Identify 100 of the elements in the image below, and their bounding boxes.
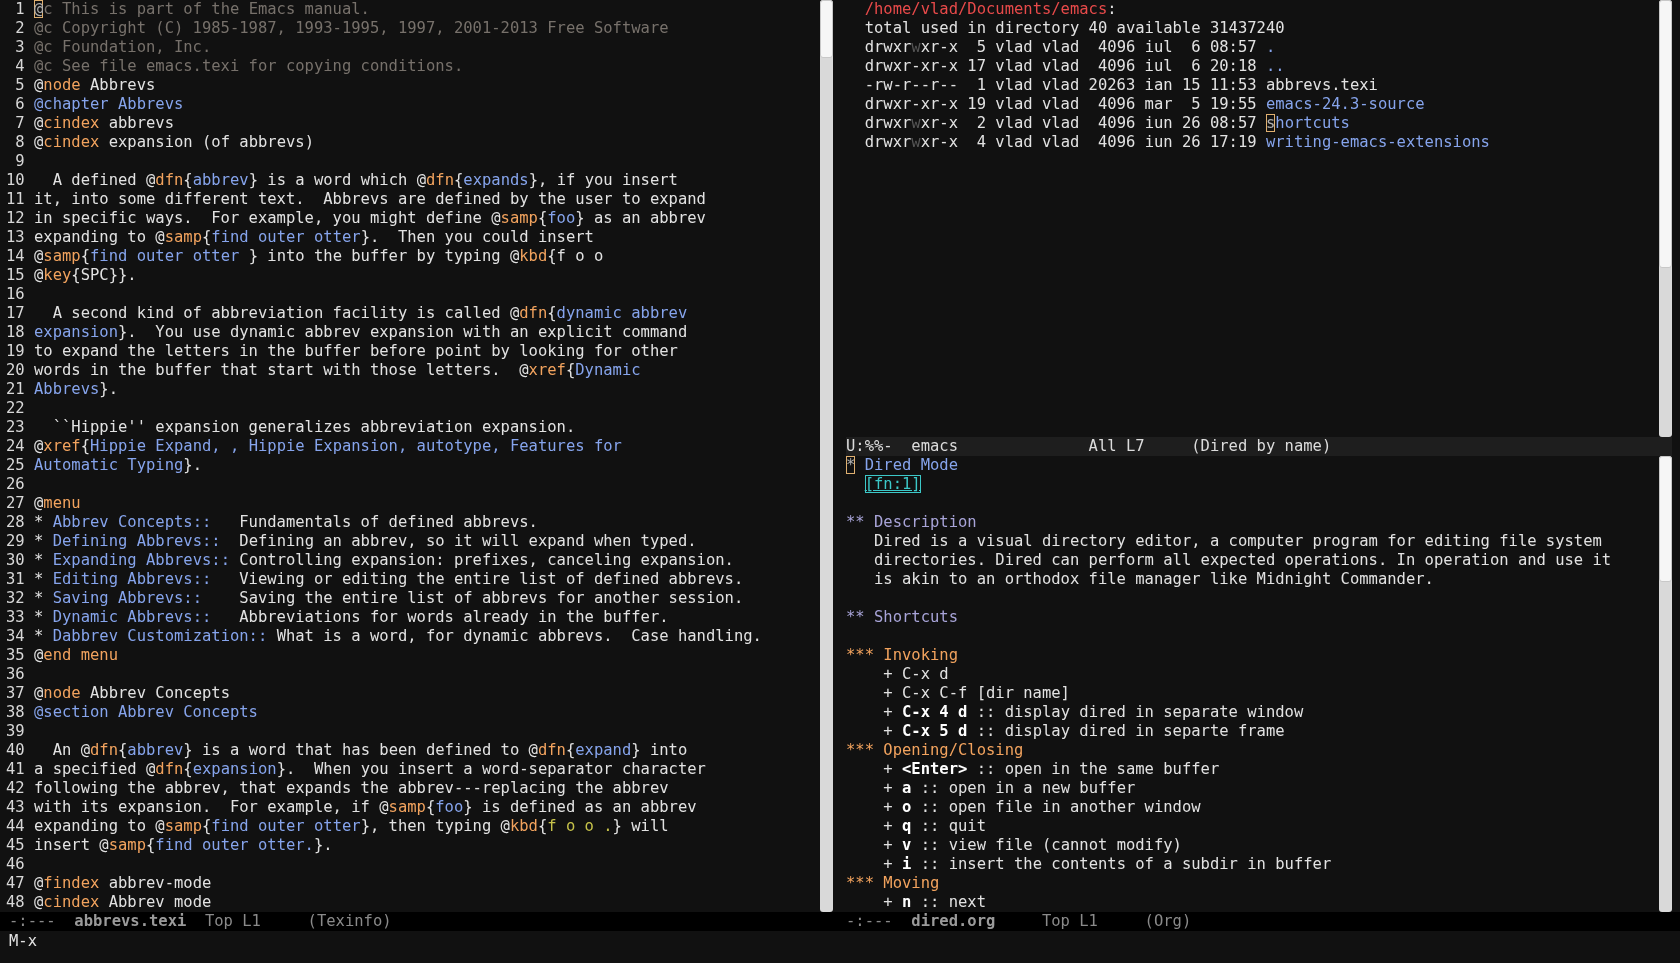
- dired-line[interactable]: drwxr-xr-x 19 vlad vlad 4096 mar 5 19:55 emacs-24.3-source: [864, 95, 1425, 114]
- line-number: 12: [6, 209, 25, 228]
- line-number: 40: [6, 741, 25, 760]
- line-number: 8: [14, 133, 25, 152]
- list-item: + C-x 5 d :: display dired in separte frame: [883, 722, 1285, 741]
- scroll-thumb[interactable]: [1659, 0, 1672, 268]
- code-line: @cindex Abbrev mode: [34, 893, 212, 912]
- code-line: A defined @dfn{abbrev} is a word which @dfn{expands}, if you insert: [51, 171, 678, 190]
- line-number: 17: [6, 304, 25, 323]
- line-number: 1: [14, 0, 25, 19]
- code-line: words in the buffer that start with those letters. @xref{Dynamic: [34, 361, 641, 380]
- code-line: it, into some different text. Abbrevs are defined by the user to expand: [34, 190, 706, 209]
- code-line: @findex abbrev-mode: [34, 874, 212, 893]
- line-number: 33: [6, 608, 25, 627]
- list-item: + n :: next: [883, 893, 986, 912]
- code-line: @c Copyright (C) 1985-1987, 1993-1995, 1997, 2001-2013 Free Software: [34, 19, 669, 38]
- major-mode: (Texinfo): [307, 912, 392, 931]
- list-item: + o :: open file in another window: [883, 798, 1201, 817]
- org-heading: *** Invoking: [846, 646, 958, 665]
- major-mode: (Org): [1144, 912, 1192, 931]
- dired-line[interactable]: drwxrwxr-x 4 vlad vlad 4096 iun 26 17:19 writing-emacs-extensions: [864, 133, 1490, 152]
- cursor-position: All L7: [1088, 437, 1146, 456]
- line-number: 3: [14, 38, 25, 57]
- line-number: 31: [6, 570, 25, 589]
- line-number: 36: [6, 665, 25, 684]
- list-item: + i :: insert the contents of a subdir in buffer: [883, 855, 1332, 874]
- dired-line[interactable]: drwxrwxr-x 2 vlad vlad 4096 iun 26 08:57 shortcuts: [864, 114, 1350, 133]
- line-number: 48: [6, 893, 25, 912]
- code-line: @node Abbrev Concepts: [34, 684, 230, 703]
- line-number: 43: [6, 798, 25, 817]
- code-line: @end menu: [34, 646, 118, 665]
- line-number: 16: [6, 285, 25, 304]
- scroll-bar[interactable]: [820, 0, 833, 912]
- line-number: 7: [14, 114, 25, 133]
- line-number: 18: [6, 323, 25, 342]
- line-number: 37: [6, 684, 25, 703]
- line-number: 23: [6, 418, 25, 437]
- code-line: An @dfn{abbrev} is a word that has been defined to @dfn{expand} into: [51, 741, 688, 760]
- line-number: 27: [6, 494, 25, 513]
- org-heading: ** Shortcuts: [846, 608, 958, 627]
- dired-line[interactable]: -rw-r--r-- 1 vlad vlad 20263 ian 15 11:53 abbrevs.texi: [864, 76, 1378, 95]
- paragraph-line: Dired is a visual directory editor, a computer program for editing file system: [874, 532, 1602, 551]
- footnote-link[interactable]: [fn:1]: [864, 475, 921, 494]
- list-item: + C-x 4 d :: display dired in separate window: [883, 703, 1304, 722]
- line-number: 6: [14, 95, 25, 114]
- paragraph-line: directories. Dired can perform all expected operations. In operation and use it: [874, 551, 1612, 570]
- list-item: + <Enter> :: open in the same buffer: [883, 760, 1220, 779]
- code-line: following the abbrev, that expands the abbrev---replacing the abbrev: [34, 779, 669, 798]
- line-number: 32: [6, 589, 25, 608]
- code-line: @xref{Hippie Expand, , Hippie Expansion, autotype, Features for: [34, 437, 622, 456]
- code-line: @cindex expansion (of abbrevs): [34, 133, 314, 152]
- code-line: Abbrevs}.: [34, 380, 118, 399]
- dired-line[interactable]: drwxr-xr-x 17 vlad vlad 4096 iul 6 20:18 ..: [864, 57, 1285, 76]
- code-line: expanding to @samp{find outer otter}, then typing @kbd{f o o .} will: [34, 817, 669, 836]
- line-number: 42: [6, 779, 25, 798]
- code-line: A second kind of abbreviation facility is called @dfn{dynamic abbrev: [51, 304, 688, 323]
- code-line: @samp{find outer otter } into the buffer by typing @kbd{f o o: [34, 247, 604, 266]
- list-item: + C-x C-f [dir name]: [883, 684, 1070, 703]
- scroll-thumb[interactable]: [1659, 456, 1672, 582]
- code-line: * Expanding Abbrevs:: Controlling expansion: prefixes, canceling expansion.: [34, 551, 734, 570]
- line-number: 2: [14, 19, 25, 38]
- org-heading: *** Moving: [846, 874, 940, 893]
- cursor-position: Top L1: [204, 912, 262, 931]
- code-line: * Abbrev Concepts:: Fundamentals of defined abbrevs.: [34, 513, 538, 532]
- code-line: expansion}. You use dynamic abbrev expansion with an explicit command: [34, 323, 688, 342]
- line-number: 26: [6, 475, 25, 494]
- dired-line[interactable]: drwxrwxr-x 5 vlad vlad 4096 iul 6 08:57 .: [864, 38, 1276, 57]
- code-line: @section Abbrev Concepts: [34, 703, 258, 722]
- code-line: insert @samp{find outer otter.}.: [34, 836, 333, 855]
- line-number: 19: [6, 342, 25, 361]
- dired-line[interactable]: /home/vlad/Documents/emacs:: [864, 0, 1117, 19]
- code-line: @menu: [34, 494, 81, 513]
- code-line: @c Foundation, Inc.: [34, 38, 212, 57]
- line-number: 34: [6, 627, 25, 646]
- buffer-state: U:%%-: [846, 437, 894, 456]
- line-number: 39: [6, 722, 25, 741]
- dired-line[interactable]: total used in directory 40 available 31437240: [864, 19, 1285, 38]
- scroll-bar[interactable]: [1659, 0, 1672, 437]
- major-mode: (Dired by name): [1191, 437, 1332, 456]
- line-number: 41: [6, 760, 25, 779]
- buffer-state: -:---: [9, 912, 57, 931]
- line-number: 47: [6, 874, 25, 893]
- code-line: expanding to @samp{find outer otter}. Then you could insert: [34, 228, 594, 247]
- scroll-bar[interactable]: [1659, 456, 1672, 912]
- buffer-name: abbrevs.texi: [74, 912, 188, 931]
- code-line: * Editing Abbrevs:: Viewing or editing the entire list of defined abbrevs.: [34, 570, 744, 589]
- line-number: 30: [6, 551, 25, 570]
- code-line: * Dabbrev Customization:: What is a word, for dynamic abbrevs. Case handling.: [34, 627, 762, 646]
- code-line: with its expansion. For example, if @samp{foo} is defined as an abbrev: [34, 798, 697, 817]
- org-heading: *** Opening/Closing: [846, 741, 1024, 760]
- line-number: 24: [6, 437, 25, 456]
- line-number: 9: [14, 152, 25, 171]
- list-item: + a :: open in a new buffer: [883, 779, 1136, 798]
- code-line: @key{SPC}}.: [34, 266, 137, 285]
- line-number: 14: [6, 247, 25, 266]
- code-line: a specified @dfn{expansion}. When you insert a word-separator character: [34, 760, 706, 779]
- scroll-thumb[interactable]: [820, 0, 833, 58]
- code-line: in specific ways. For example, you might define @samp{foo} as an abbrev: [34, 209, 706, 228]
- line-number: 22: [6, 399, 25, 418]
- line-number: 25: [6, 456, 25, 475]
